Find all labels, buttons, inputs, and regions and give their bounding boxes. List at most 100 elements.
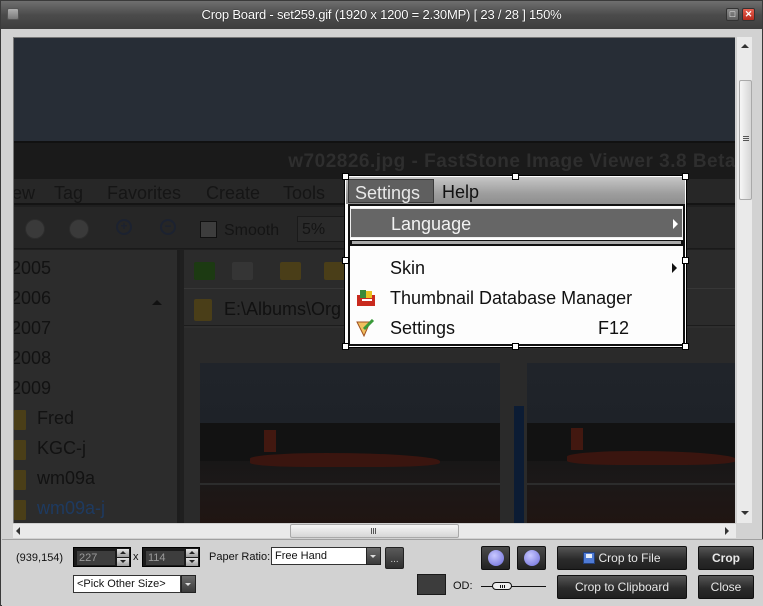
scroll-up-icon[interactable]	[741, 44, 749, 48]
image-tree-item: 2008	[13, 348, 52, 368]
paper-ratio-dropdown-icon[interactable]	[366, 547, 381, 565]
crop-handle-bottom[interactable]	[512, 343, 519, 350]
grip-icon	[371, 528, 372, 534]
crop-width-spinner[interactable]: 227	[73, 547, 131, 567]
scroll-left-icon[interactable]	[16, 527, 20, 535]
image-tree-item: KGC-j	[37, 438, 86, 458]
image-menu-tag: Tag	[54, 183, 84, 203]
image-folder-tree: 2005 2006 2007 2008 2009 Fred KGC-j wm09…	[14, 250, 180, 523]
floppy-disk-icon	[583, 552, 596, 564]
scroll-down-icon[interactable]	[741, 511, 749, 515]
crop-handle-bottom-right[interactable]	[682, 343, 689, 350]
folder-icon	[14, 500, 26, 520]
spin-up-icon[interactable]	[117, 549, 129, 557]
crop-handle-bottom-left[interactable]	[342, 343, 349, 350]
image-back-icon	[194, 262, 215, 280]
menu-item-skin: Skin	[350, 253, 683, 283]
image-app-title: w702826.jpg - FastStone Image Viewer 3.8…	[288, 151, 735, 172]
image-tree-item: wm09a	[37, 468, 96, 488]
cropped-menu-settings: Settings	[348, 179, 434, 203]
crop-height-spinner[interactable]: 114	[142, 547, 200, 567]
times-label: x	[133, 551, 139, 563]
maximize-icon: □	[729, 9, 736, 19]
vertical-scroll-thumb[interactable]	[739, 80, 752, 200]
menu-item-thumbnail-db: Thumbnail Database Manager	[350, 283, 683, 313]
cropped-menubar: Settings Help	[346, 177, 685, 204]
image-next-icon	[69, 219, 89, 239]
close-button[interactable]: Close	[698, 575, 754, 599]
image-menu-favorites: Favorites	[107, 183, 182, 203]
next-image-button[interactable]	[517, 546, 546, 570]
menu-separator	[350, 239, 683, 246]
image-tree-item: 2009	[13, 378, 52, 398]
crop-handle-top[interactable]	[512, 173, 519, 180]
image-tree-item: 2007	[13, 318, 52, 338]
vertical-scrollbar[interactable]	[736, 37, 752, 523]
crop-width-input[interactable]: 227	[77, 551, 115, 565]
pick-size-select[interactable]: <Pick Other Size>	[73, 575, 181, 593]
menu-item-language: Language	[350, 208, 683, 238]
spin-down-icon[interactable]	[117, 558, 129, 566]
od-slider-knob[interactable]	[492, 582, 513, 590]
pick-size-dropdown-icon[interactable]	[181, 575, 196, 593]
image-thumbnail	[200, 363, 500, 523]
paper-ratio-more-button[interactable]: ...	[385, 547, 404, 569]
close-window-button[interactable]: ✕	[742, 8, 755, 21]
image-thumbnail-selection	[514, 406, 524, 523]
crop-handle-left[interactable]	[342, 257, 349, 264]
image-smooth-checkbox	[200, 221, 217, 238]
spin-up-icon[interactable]	[186, 549, 198, 557]
crop-board-window: Crop Board - set259.gif (1920 x 1200 = 2…	[0, 0, 763, 606]
background-color-swatch[interactable]	[417, 574, 446, 595]
menu-item-label: Skin	[390, 258, 426, 278]
crop-button[interactable]: Crop	[698, 546, 754, 570]
title-bar[interactable]: Crop Board - set259.gif (1920 x 1200 = 2…	[1, 1, 762, 29]
previous-image-button[interactable]	[481, 546, 510, 570]
image-menu-tools: Tools	[283, 183, 326, 203]
menu-item-label: Thumbnail Database Manager	[390, 288, 633, 308]
previous-icon	[488, 550, 504, 566]
image-tree-scroll-up-icon	[152, 300, 162, 305]
od-slider-track[interactable]	[481, 586, 546, 587]
image-sync-icon	[324, 262, 345, 280]
crop-to-file-button[interactable]: Crop to File	[557, 546, 687, 570]
grip-icon	[743, 136, 749, 137]
folder-icon	[14, 440, 26, 460]
submenu-arrow-icon	[672, 263, 677, 273]
paper-ratio-select[interactable]: Free Hand	[271, 547, 367, 565]
image-thumbnail-pane	[184, 328, 735, 523]
settings-icon	[356, 319, 375, 337]
crop-handle-top-right[interactable]	[682, 173, 689, 180]
folder-icon	[14, 410, 26, 430]
image-folder-up-icon	[280, 262, 301, 280]
folder-icon	[14, 470, 26, 490]
spin-down-icon[interactable]	[186, 558, 198, 566]
next-icon	[524, 550, 540, 566]
crop-handle-right[interactable]	[682, 257, 689, 264]
crop-control-panel: (939,154) 227 x 114 Paper Ratio: Free Ha…	[2, 539, 763, 606]
image-thumbnail	[527, 363, 735, 523]
image-desktop-area	[14, 38, 735, 143]
window-title: Crop Board - set259.gif (1920 x 1200 = 2…	[201, 7, 562, 22]
menu-item-label: Language	[391, 214, 472, 234]
image-path: E:\Albums\Org	[224, 299, 342, 319]
menu-item-shortcut: F12	[598, 318, 630, 338]
submenu-arrow-icon	[673, 219, 678, 229]
maximize-button[interactable]: □	[726, 8, 739, 21]
horizontal-scroll-thumb[interactable]	[290, 524, 459, 538]
horizontal-scrollbar[interactable]	[13, 523, 736, 538]
cropped-settings-menu: Language Skin Thumbnail Database Manager	[348, 204, 685, 346]
crop-handle-top-left[interactable]	[342, 173, 349, 180]
paper-ratio-label: Paper Ratio:	[209, 551, 271, 563]
image-app-titlebar: w702826.jpg - FastStone Image Viewer 3.8…	[14, 143, 735, 179]
scroll-right-icon[interactable]	[725, 527, 729, 535]
image-zoom-value: 5%	[302, 221, 326, 238]
crop-height-input[interactable]: 114	[146, 551, 184, 565]
image-tree-item: 2006	[13, 288, 52, 308]
close-icon: ✕	[744, 9, 753, 19]
cursor-coordinates: (939,154)	[16, 552, 64, 564]
crop-selection[interactable]: Settings Help Language Skin Thumbnail Da…	[344, 175, 687, 348]
crop-to-clipboard-button[interactable]: Crop to Clipboard	[557, 575, 687, 599]
database-icon	[357, 290, 375, 306]
crop-to-file-label: Crop to File	[598, 551, 661, 565]
